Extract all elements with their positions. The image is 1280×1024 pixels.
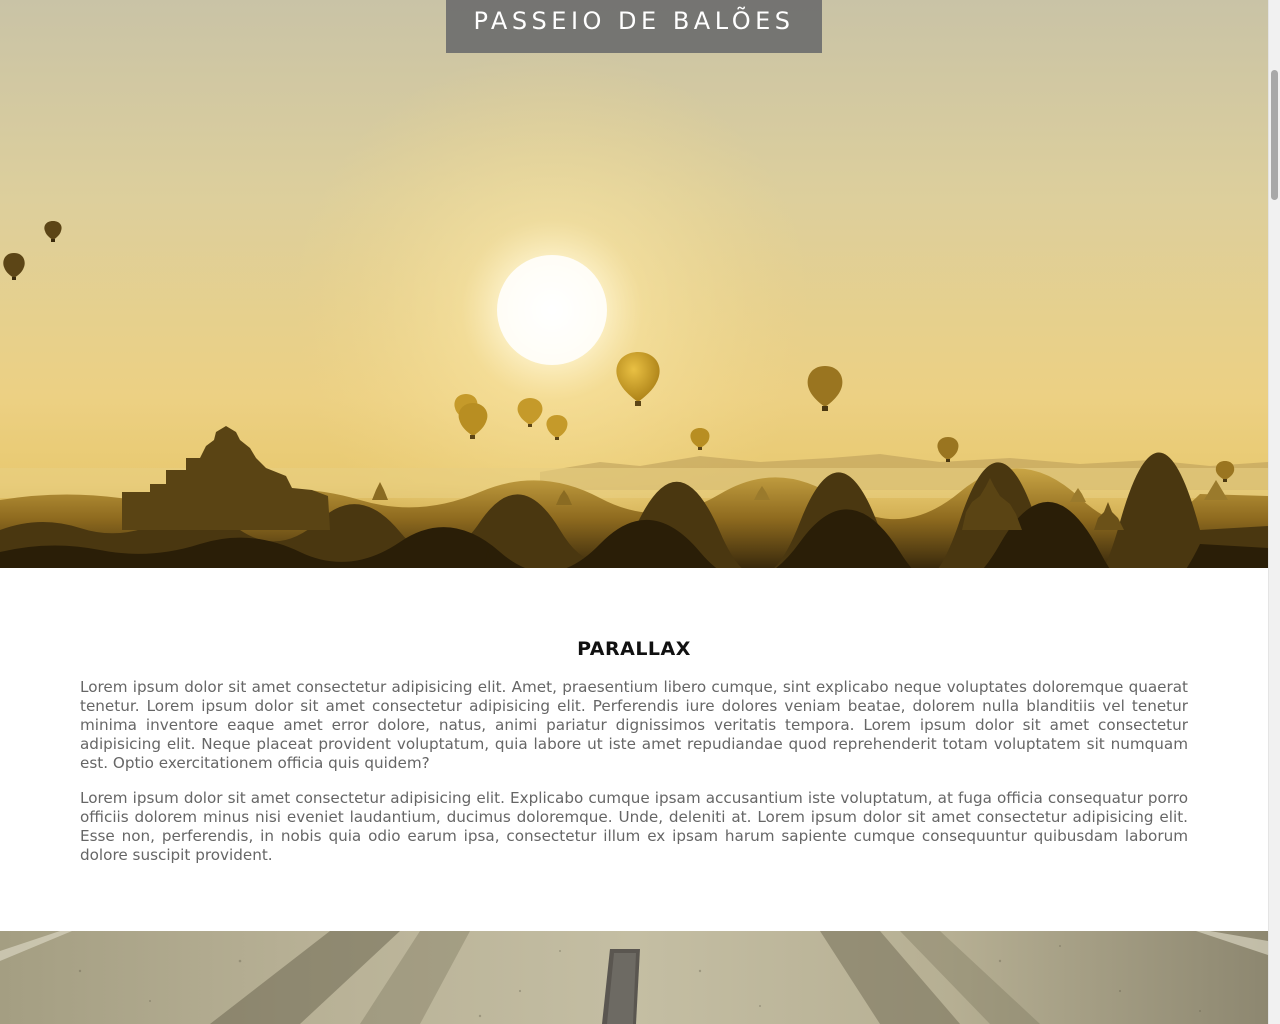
page-scrollbar[interactable] [1268, 0, 1280, 1024]
parallax-text-section: PARALLAX Lorem ipsum dolor sit amet cons… [0, 568, 1268, 931]
road-banner [0, 931, 1268, 1024]
paragraph-2: Lorem ipsum dolor sit amet consectetur a… [80, 789, 1188, 864]
paragraph-1: Lorem ipsum dolor sit amet consectetur a… [80, 678, 1188, 772]
scrollbar-thumb[interactable] [1271, 70, 1278, 200]
site-title: PASSEIO DE BALÕES [473, 6, 795, 35]
hero-banner: PASSEIO DE BALÕES [0, 0, 1268, 568]
page: PASSEIO DE BALÕES PARALLAX Lorem ipsum d… [0, 0, 1268, 1024]
hero-image [0, 0, 1268, 568]
section-heading: PARALLAX [577, 638, 691, 660]
road-image [0, 931, 1268, 1024]
site-title-box: PASSEIO DE BALÕES [446, 0, 822, 53]
